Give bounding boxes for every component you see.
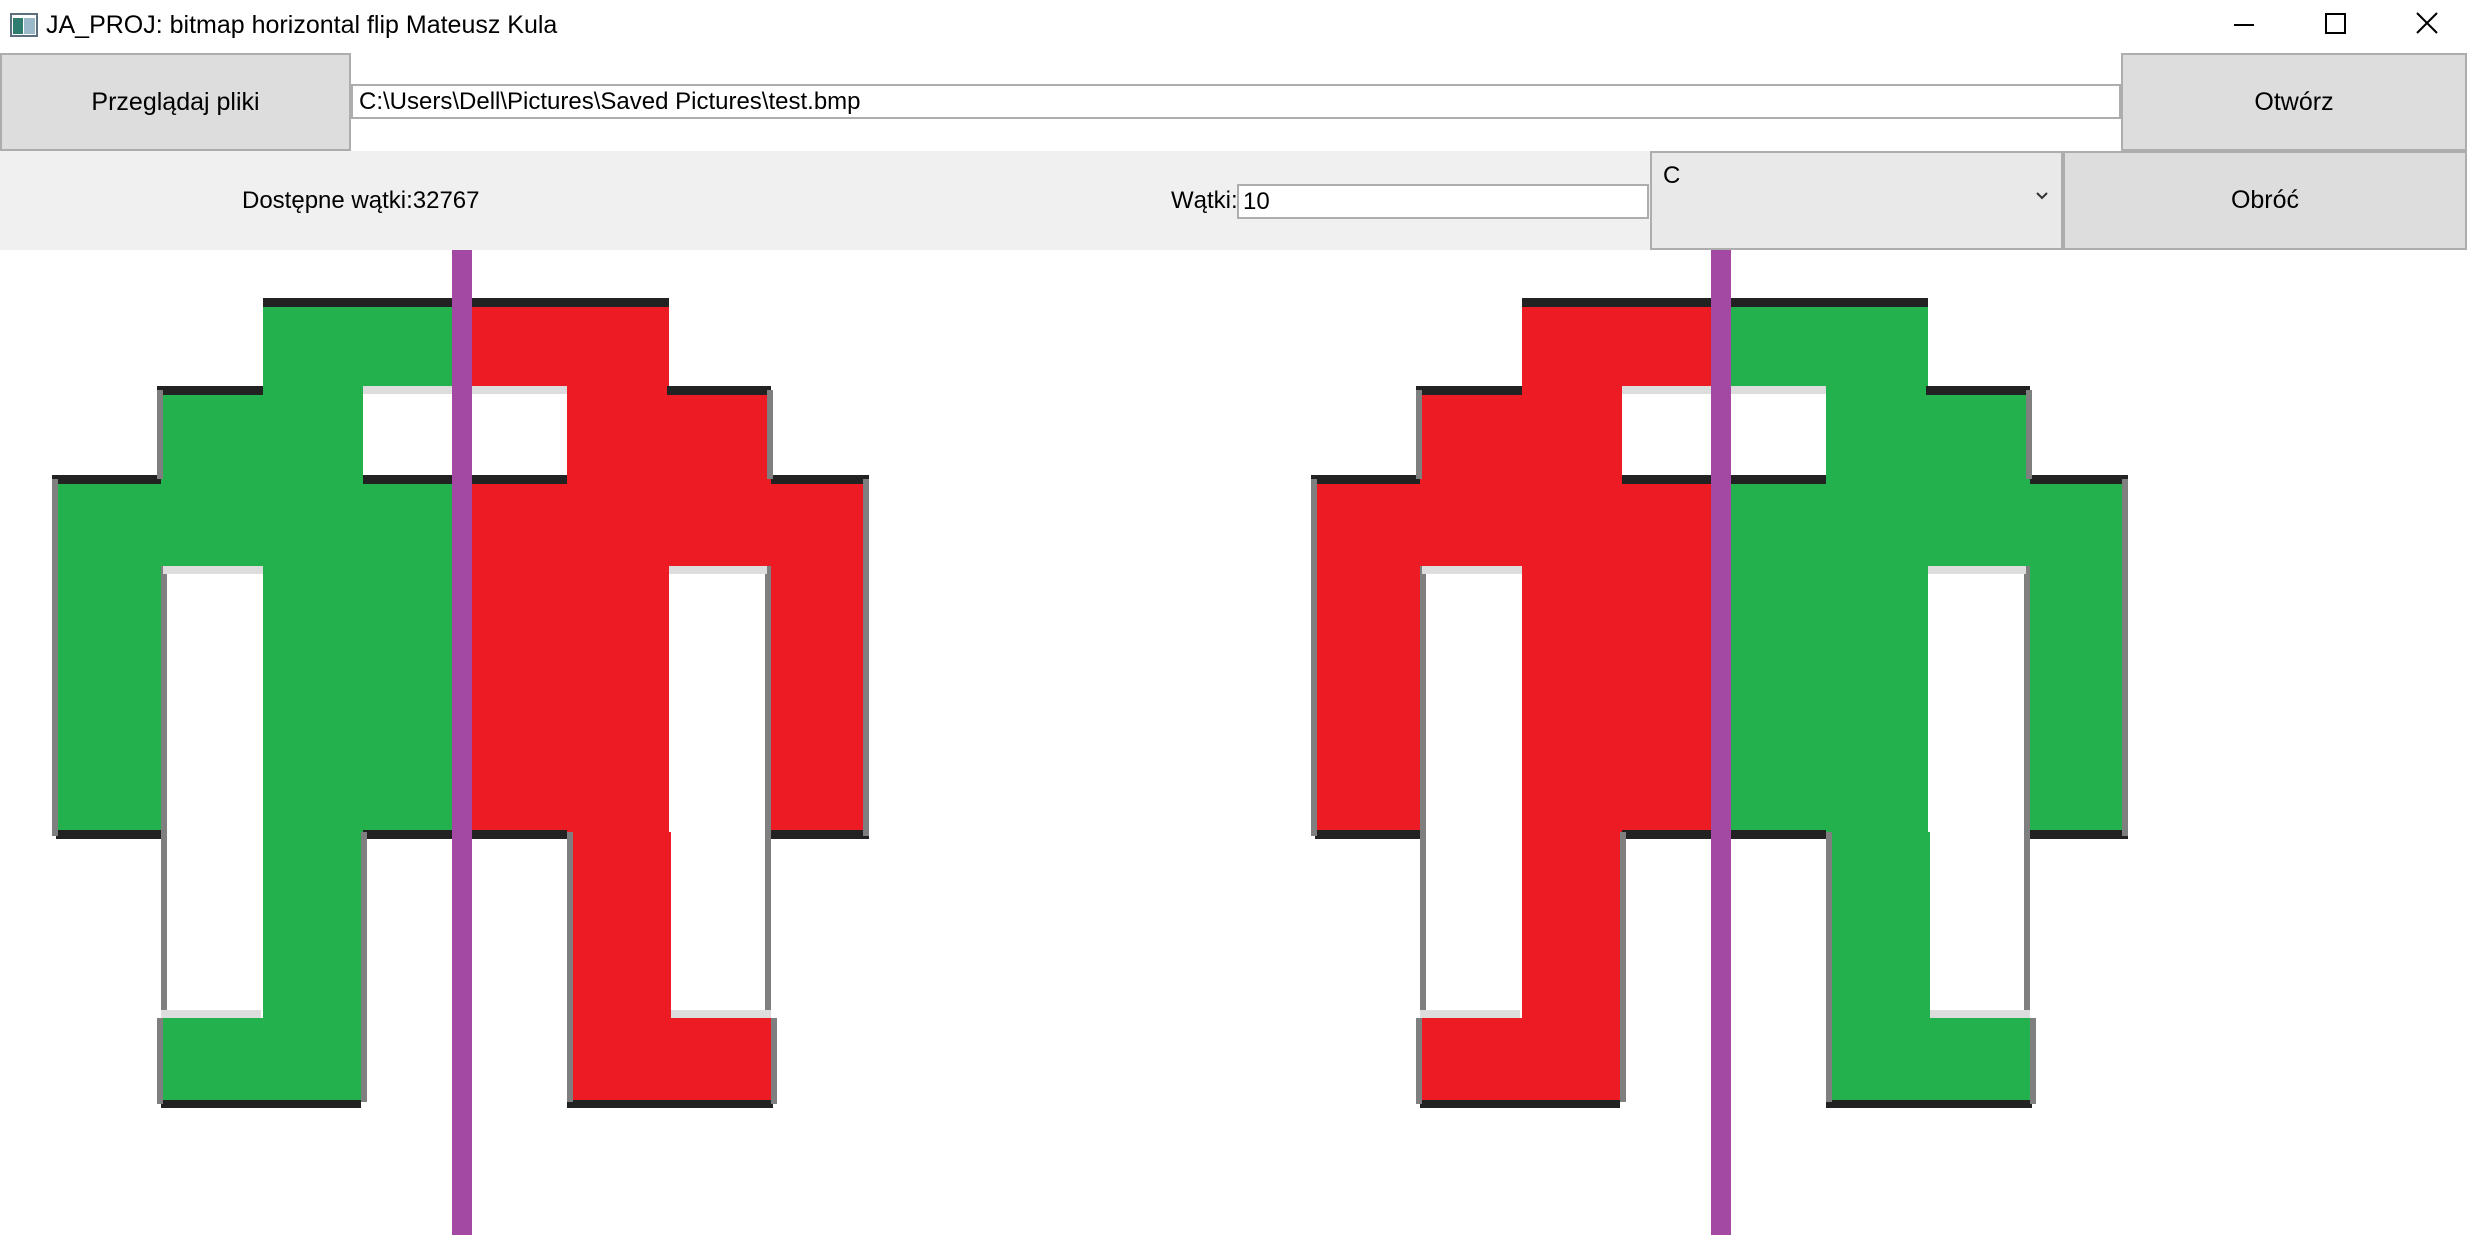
flipped-image-edge-24	[1420, 1010, 1520, 1018]
flipped-image-block-right-0	[1721, 302, 1928, 390]
flipped-image-edge-3	[1311, 475, 1420, 484]
original-image-block-left-6	[263, 832, 361, 1018]
flipped-image-edge-21	[1422, 566, 1522, 574]
image-canvas	[52, 250, 2128, 1235]
flipped-image-edge-14	[2026, 390, 2032, 479]
original-image-edge-13	[863, 479, 869, 836]
title-bar: JA_PROJ: bitmap horizontal flip Mateusz …	[0, 0, 2467, 51]
flipped-image-block-left-5	[1522, 566, 1721, 832]
original-image-edge-21	[163, 566, 263, 574]
flipped-image-edge-18	[1826, 832, 1832, 1102]
flipped-image-edge-6	[1315, 830, 1422, 839]
flipped-image-edge-10	[1826, 1100, 2032, 1108]
flipped-image-edge-1	[1416, 386, 1522, 395]
flipped-image-edge-25	[1930, 1010, 2030, 1018]
close-icon	[2416, 12, 2438, 34]
original-image-edge-1	[157, 386, 263, 395]
flipped-image-edge-17	[1620, 832, 1626, 1102]
original-image-edge-19	[157, 1018, 163, 1104]
original-image-block-left-0	[263, 302, 462, 390]
browse-files-button[interactable]: Przeglądaj pliki	[0, 53, 351, 151]
original-image-edge-18	[567, 832, 573, 1102]
original-image-block-right-4	[767, 566, 869, 832]
file-path-input[interactable]: C:\Users\Dell\Pictures\Saved Pictures\te…	[351, 84, 2121, 119]
flipped-image-edge-15	[1420, 566, 1426, 1018]
original-image-block-right-9	[567, 1018, 773, 1102]
original-image-block-right-0	[462, 302, 669, 390]
original-image-edge-15	[161, 566, 167, 1018]
original-image-block-right-7	[567, 832, 671, 1018]
threads-label: Wątki:	[1171, 187, 1238, 214]
threads-input[interactable]: 10	[1237, 184, 1649, 219]
open-button[interactable]: Otwórz	[2121, 53, 2467, 151]
original-image-edge-10	[567, 1100, 773, 1108]
flipped-image-edge-12	[1311, 479, 1317, 836]
original-image-edge-5	[771, 475, 869, 484]
flipped-image-block-right-4	[2026, 566, 2128, 832]
library-select[interactable]: C	[1650, 151, 2063, 250]
flipped-image-edge-13	[2122, 479, 2128, 836]
library-select-value: C	[1663, 162, 1681, 189]
flipped-image-block-left-0	[1522, 302, 1721, 390]
original-image-edge-16	[765, 566, 771, 1018]
app-window-icon	[10, 13, 38, 37]
original-image-edge-24	[161, 1010, 261, 1018]
original-image-edge-11	[157, 390, 163, 479]
original-image-block-left-8	[161, 1018, 361, 1102]
original-image-block-left-5	[263, 566, 462, 832]
flip-button[interactable]: Obróć	[2063, 151, 2467, 250]
close-button[interactable]	[2382, 0, 2467, 51]
original-image-block-right-2	[462, 479, 869, 566]
minimize-icon	[2234, 24, 2254, 26]
available-threads-label: Dostępne wątki:32767	[242, 187, 480, 214]
minimize-button[interactable]	[2198, 0, 2290, 51]
window-title: JA_PROJ: bitmap horizontal flip Mateusz …	[46, 11, 558, 39]
original-image-block-right-5	[462, 566, 669, 832]
flipped-image-edge-19	[1416, 1018, 1422, 1104]
original-image-block-left-3	[56, 566, 163, 832]
flipped-image-edge-5	[2030, 475, 2128, 484]
original-image-edge-7	[767, 830, 869, 839]
flipped-image-edge-16	[2024, 566, 2030, 1018]
flipped-image-block-left-8	[1420, 1018, 1620, 1102]
flipped-image-block-right-2	[1721, 479, 2128, 566]
image-canvas-area	[0, 250, 2467, 1235]
flipped-image-block-right-9	[1826, 1018, 2032, 1102]
flipped-image-block-left-2	[1315, 479, 1721, 566]
flipped-image-edge-22	[1928, 566, 2026, 574]
flipped-image-edge-20	[2030, 1018, 2036, 1104]
original-image-edge-9	[161, 1100, 361, 1108]
flipped-image-edge-9	[1420, 1100, 1620, 1108]
flipped-image-divider-line	[1711, 250, 1731, 1235]
original-image-edge-14	[767, 390, 773, 479]
original-image-edge-6	[56, 830, 163, 839]
original-image-edge-22	[669, 566, 767, 574]
flipped-image-block-right-5	[1721, 566, 1928, 832]
original-image-edge-2	[667, 386, 771, 395]
flipped-image-edge-2	[1926, 386, 2030, 395]
flipped-image-block-right-7	[1826, 832, 1930, 1018]
original-image-edge-20	[771, 1018, 777, 1104]
flipped-image-block-left-3	[1315, 566, 1422, 832]
original-image-edge-17	[361, 832, 367, 1102]
flipped-image-edge-7	[2026, 830, 2128, 839]
maximize-icon	[2325, 13, 2346, 34]
flipped-image-edge-11	[1416, 390, 1422, 479]
original-image-divider-line	[452, 250, 472, 1235]
original-image-edge-3	[52, 475, 161, 484]
original-image-block-left-2	[56, 479, 462, 566]
maximize-button[interactable]	[2290, 0, 2382, 51]
flipped-image-block-left-6	[1522, 832, 1620, 1018]
original-image-edge-12	[52, 479, 58, 836]
original-image-edge-25	[671, 1010, 771, 1018]
chevron-down-icon	[2036, 192, 2048, 200]
